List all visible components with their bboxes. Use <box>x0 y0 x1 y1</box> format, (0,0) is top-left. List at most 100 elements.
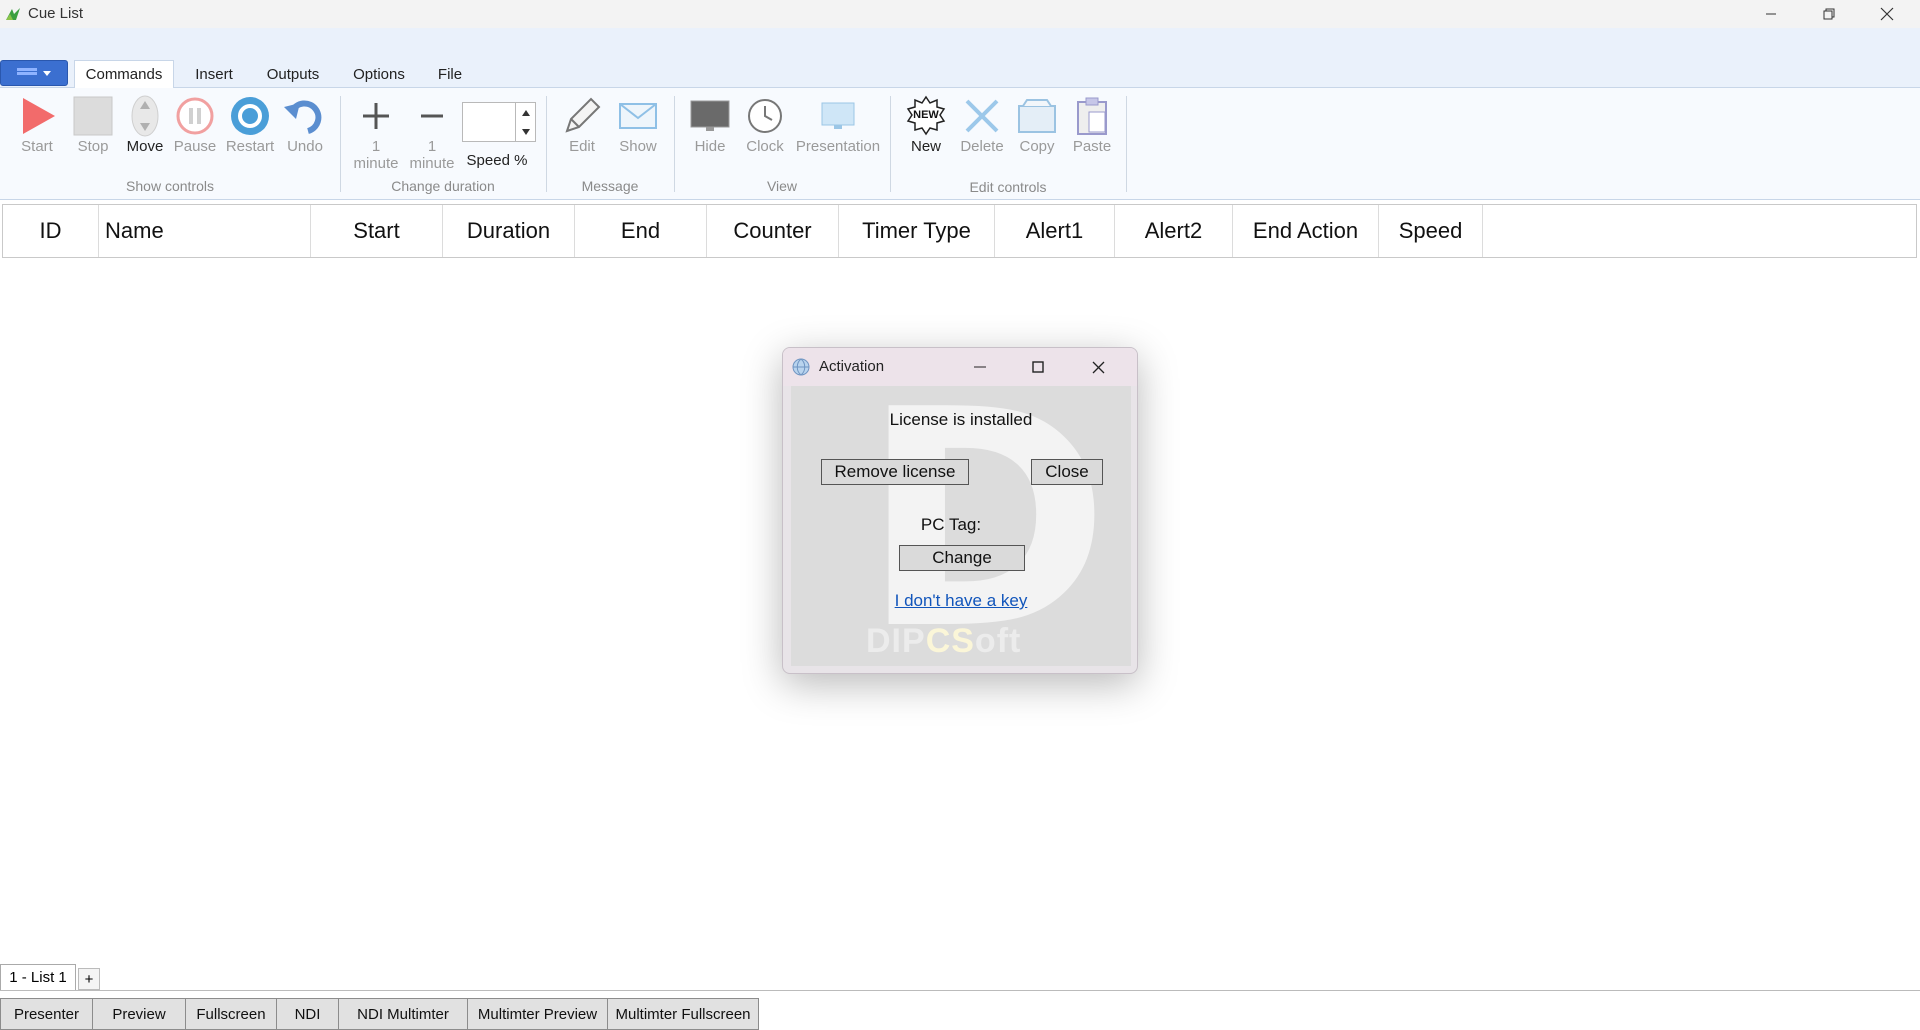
column-speed[interactable]: Speed <box>1379 205 1483 257</box>
title-bar: Cue List <box>0 0 1920 28</box>
new-button[interactable]: NEW New <box>900 94 952 155</box>
column-end-action[interactable]: End Action <box>1233 205 1379 257</box>
watermark-logo-text: DIPCSoft <box>866 622 1022 660</box>
cue-grid-header: ID Name Start Duration End Counter Timer… <box>2 204 1917 258</box>
column-alert1[interactable]: Alert1 <box>995 205 1115 257</box>
column-duration[interactable]: Duration <box>443 205 575 257</box>
dialog-body: D DIPCSoft License is installed Remove l… <box>791 371 1131 671</box>
globe-icon <box>792 358 810 376</box>
app-window: Cue List Commands Insert Outputs Options… <box>0 0 1920 1030</box>
tab-commands[interactable]: Commands <box>74 60 174 88</box>
add-sheet-button[interactable]: + <box>78 968 100 990</box>
tab-options[interactable]: Options <box>344 60 414 88</box>
group-label-change-duration: Change duration <box>391 178 495 194</box>
undo-button[interactable]: Undo <box>282 94 328 155</box>
edit-message-button[interactable]: Edit <box>556 94 608 155</box>
plus-icon <box>363 103 389 129</box>
close-icon <box>1880 7 1894 21</box>
spin-up-button[interactable] <box>516 103 535 122</box>
clock-icon <box>748 99 782 133</box>
column-id[interactable]: ID <box>3 205 99 257</box>
copy-icon <box>1018 99 1056 133</box>
tab-multimter-fullscreen[interactable]: Multimter Fullscreen <box>607 998 759 1030</box>
restore-icon <box>1823 8 1835 20</box>
group-label-edit-controls: Edit controls <box>969 179 1047 195</box>
hide-button[interactable]: Hide <box>686 94 734 155</box>
delete-button[interactable]: Delete <box>956 94 1008 155</box>
ribbon-separator <box>890 96 891 192</box>
undo-icon <box>284 100 322 134</box>
no-key-link[interactable]: I don't have a key <box>791 591 1131 611</box>
tab-presenter[interactable]: Presenter <box>0 998 93 1030</box>
column-name[interactable]: Name <box>99 205 311 257</box>
license-status-text: License is installed <box>889 410 1033 429</box>
monitor-off-icon <box>690 100 730 131</box>
change-pc-tag-button[interactable]: Change <box>899 545 1025 571</box>
pc-tag-label: PC Tag: <box>920 515 982 534</box>
speed-label: Speed % <box>466 152 528 169</box>
new-badge-text: NEW <box>913 109 939 121</box>
quick-access-strip <box>0 28 1920 58</box>
activation-dialog: Activation D DIPCSoft License is install… <box>782 347 1138 674</box>
stop-icon <box>73 96 113 136</box>
menu-icon <box>17 71 37 75</box>
speed-spinner[interactable] <box>462 102 536 142</box>
group-label-show-controls: Show controls <box>126 178 214 194</box>
tab-ndi-multimter[interactable]: NDI Multimter <box>338 998 468 1030</box>
spin-down-button[interactable] <box>516 122 535 141</box>
divider <box>0 990 1920 991</box>
column-timer-type[interactable]: Timer Type <box>839 205 995 257</box>
pause-button[interactable]: Pause <box>172 94 218 155</box>
sheet-tab-list-1[interactable]: 1 - List 1 <box>0 964 76 990</box>
ribbon-separator <box>1126 96 1127 192</box>
stop-button[interactable]: Stop <box>70 94 116 155</box>
dropdown-arrow-icon <box>43 70 51 76</box>
minimize-icon <box>1766 13 1776 15</box>
app-menu-button[interactable] <box>0 60 68 86</box>
restart-icon <box>231 97 269 135</box>
window-title: Cue List <box>28 5 84 22</box>
clipboard-icon <box>1077 97 1107 135</box>
paste-button[interactable]: Paste <box>1066 94 1118 155</box>
chevron-up-icon <box>521 109 530 116</box>
column-counter[interactable]: Counter <box>707 205 839 257</box>
ribbon-panel: Start Stop Move Pause Restart Undo Show … <box>0 88 1920 200</box>
group-label-message: Message <box>581 178 639 194</box>
tab-file[interactable]: File <box>428 60 472 88</box>
tab-insert[interactable]: Insert <box>184 60 244 88</box>
play-icon <box>23 98 55 134</box>
column-alert2[interactable]: Alert2 <box>1115 205 1233 257</box>
close-window-button[interactable] <box>1858 0 1916 28</box>
presentation-monitor-icon <box>821 102 855 129</box>
restore-button[interactable] <box>1800 0 1858 28</box>
pause-icon <box>176 97 214 135</box>
envelope-icon <box>619 103 657 129</box>
chevron-down-icon <box>521 128 530 135</box>
minus-icon <box>421 114 443 118</box>
subtract-minute-button[interactable]: 1 minute <box>408 94 456 172</box>
group-label-view: View <box>766 178 798 194</box>
close-button[interactable]: Close <box>1031 459 1103 485</box>
tab-preview[interactable]: Preview <box>92 998 186 1030</box>
minimize-button[interactable] <box>1742 0 1800 28</box>
output-tabs-bar: Presenter Preview Fullscreen NDI NDI Mul… <box>0 998 759 1030</box>
move-up-down-icon <box>131 95 159 137</box>
column-end[interactable]: End <box>575 205 707 257</box>
delete-x-icon <box>965 99 999 133</box>
column-start[interactable]: Start <box>311 205 443 257</box>
tab-outputs[interactable]: Outputs <box>258 60 328 88</box>
restart-button[interactable]: Restart <box>224 94 276 155</box>
clock-button[interactable]: Clock <box>742 94 788 155</box>
start-button[interactable]: Start <box>14 94 60 155</box>
presentation-button[interactable]: Presentation <box>794 94 882 155</box>
app-logo-icon <box>6 8 20 20</box>
copy-button[interactable]: Copy <box>1012 94 1062 155</box>
remove-license-button[interactable]: Remove license <box>821 459 969 485</box>
add-minute-button[interactable]: 1 minute <box>352 94 400 172</box>
tab-multimter-preview[interactable]: Multimter Preview <box>467 998 608 1030</box>
pencil-icon <box>565 97 601 133</box>
tab-fullscreen[interactable]: Fullscreen <box>185 998 277 1030</box>
show-message-button[interactable]: Show <box>612 94 664 155</box>
tab-ndi[interactable]: NDI <box>276 998 339 1030</box>
move-button[interactable]: Move <box>122 94 168 155</box>
